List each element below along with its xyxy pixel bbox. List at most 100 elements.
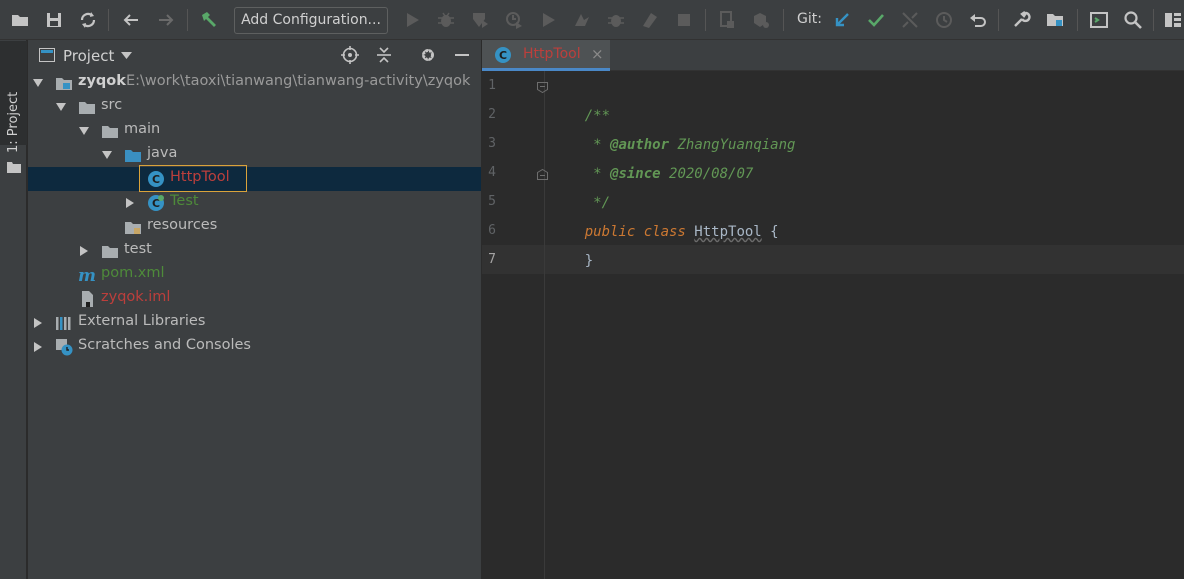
collapse-all-icon[interactable] [375,46,393,64]
folder-icon [79,102,95,114]
save-icon[interactable] [44,10,64,30]
editor-tab-bar: C HttpTool × [482,40,1184,71]
tree-path: E:\work\taoxi\tianwang\tianwang-activity… [126,73,471,89]
toolbar-separator [108,9,109,31]
collapsed-arrow-icon[interactable] [79,246,89,256]
hide-panel-icon[interactable] [453,46,471,64]
profile-icon[interactable] [504,10,524,30]
source-folder-icon [125,150,141,162]
device-icon[interactable] [717,10,737,30]
expanded-arrow-icon[interactable] [79,126,89,136]
search-icon[interactable] [1123,10,1143,30]
java-class-icon: C [148,195,164,211]
git-merge-icon[interactable] [900,10,920,30]
tree-label: zyqok.iml [101,289,171,305]
debug-alt-icon[interactable] [606,10,626,30]
tree-row-iml[interactable]: zyqok.iml [28,287,481,311]
folder-icon [7,162,21,173]
settings-wrench-icon[interactable] [1011,10,1031,30]
tree-label: test [124,241,152,257]
sync-icon[interactable] [78,10,98,30]
tree-row-pom[interactable]: m pom.xml [28,263,481,287]
tree-row-src[interactable]: src [28,95,481,119]
build-artifact-icon[interactable] [640,10,660,30]
collapsed-arrow-icon[interactable] [33,318,43,328]
gear-icon[interactable] [419,46,437,64]
folder-icon [102,126,118,138]
brace: { [761,224,779,240]
coverage-icon[interactable] [470,10,490,30]
line-number: 7 [488,252,496,267]
toolbar-separator [998,9,999,31]
code-line-2[interactable]: * @author ZhangYuanqiang [551,102,795,153]
layout-icon[interactable] [1163,10,1183,30]
code-line-5[interactable]: public class HttpTool { [551,189,779,240]
debug-icon[interactable] [436,10,456,30]
tree-row-zyqok[interactable]: zyqok E:\work\taoxi\tianwang\tianwang-ac… [28,71,481,95]
collapsed-arrow-icon[interactable] [33,342,43,352]
tree-row-scratches[interactable]: Scratches and Consoles [28,335,481,359]
iml-file-icon [82,291,93,307]
git-rollback-icon[interactable] [968,10,988,30]
git-history-icon[interactable] [934,10,954,30]
open-icon[interactable] [10,10,30,30]
toolbar-separator [1077,9,1078,31]
toolbar-separator [783,9,784,31]
code-line-7[interactable] [551,247,1151,276]
editor-tab-label: HttpTool [523,46,581,62]
tree-row-test-class[interactable]: C Test [28,191,481,215]
line-number: 3 [488,136,496,151]
back-icon[interactable] [121,10,141,30]
collapsed-arrow-icon[interactable] [125,198,135,208]
code-line-1[interactable]: /** [551,73,610,124]
add-configuration-button[interactable]: Add Configuration... [234,7,388,34]
project-panel-header: Project [28,40,481,70]
java-class-icon: C [495,47,511,63]
project-panel-title[interactable]: Project [63,47,114,65]
close-icon[interactable]: × [591,45,604,63]
deploy-icon[interactable] [751,10,771,30]
svg-text:m: m [78,266,96,284]
code-line-4[interactable]: */ [551,160,610,211]
run-icon[interactable] [402,10,422,30]
git-commit-icon[interactable] [866,10,886,30]
build-hammer-icon[interactable] [199,10,219,30]
project-structure-icon[interactable] [1045,10,1065,30]
doc-tag: @since [610,166,661,182]
tree-row-resources[interactable]: resources [28,215,481,239]
chevron-down-icon[interactable] [121,52,132,59]
attach-icon[interactable] [572,10,592,30]
code-line-3[interactable]: * @since 2020/08/07 [551,131,753,182]
fold-marker-icon[interactable] [537,82,548,93]
svg-text:C: C [499,49,507,62]
fold-marker-icon[interactable] [537,169,548,180]
project-panel: Project zyqok E:\work\taoxi\tianwang\tia… [28,40,481,579]
tree-label: Test [170,193,199,209]
run-alt-icon[interactable] [538,10,558,30]
stop-icon[interactable] [674,10,694,30]
expanded-arrow-icon[interactable] [33,78,43,88]
terminal-icon[interactable] [1089,10,1109,30]
git-update-icon[interactable] [832,10,852,30]
project-tool-tab[interactable]: 1: Project [0,41,27,173]
locate-file-icon[interactable] [341,46,359,64]
tree-row-java[interactable]: java [28,143,481,167]
editor-tab-httptool[interactable]: C HttpTool × [482,40,610,71]
tree-row-main[interactable]: main [28,119,481,143]
toolbar-separator [705,9,706,31]
code-line-6[interactable]: } [551,218,593,269]
libraries-icon [56,317,71,330]
tree-label: main [124,121,161,137]
tree-row-external-libraries[interactable]: External Libraries [28,311,481,335]
tree-row-httptool[interactable]: C HttpTool [28,165,481,192]
tree-row-test-folder[interactable]: test [28,239,481,263]
tree-label: zyqok [78,73,126,89]
expanded-arrow-icon[interactable] [56,102,66,112]
tree-label: resources [147,217,218,233]
editor-gutter: 1 2 3 4 5 6 7 [482,71,548,579]
project-tool-tab-label: 1: Project [6,91,21,153]
doc-value: 2020/08/07 [660,166,754,182]
expanded-arrow-icon[interactable] [102,150,112,160]
forward-icon[interactable] [156,10,176,30]
java-class-icon: C [148,171,164,187]
